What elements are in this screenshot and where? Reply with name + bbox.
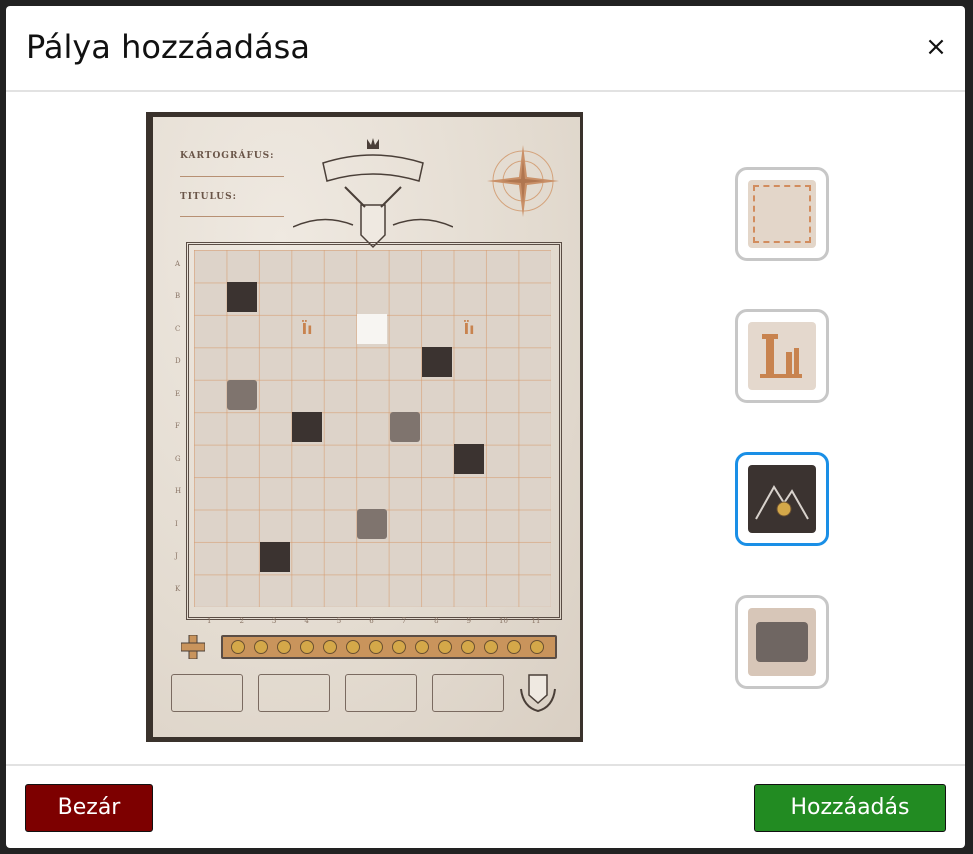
mountain-cell[interactable]: [292, 412, 322, 442]
empty-field-icon: [748, 180, 816, 248]
direction-cross-icon: [181, 635, 205, 659]
map-grid: Ïı Ïı: [194, 250, 551, 607]
row-label: D: [175, 357, 181, 366]
mountain-cell[interactable]: [227, 282, 257, 312]
laurel-shield-icon: [520, 674, 556, 713]
coin-icon: [231, 640, 245, 654]
add-map-dialog: Pálya hozzáadása × KARTOGRÁFUS: TITULUS:: [6, 6, 965, 848]
map-sheet: KARTOGRÁFUS: TITULUS: Ïı Ïı A B C D E F …: [153, 117, 580, 737]
add-button[interactable]: Hozzáadás: [754, 784, 946, 832]
close-button[interactable]: Bezár: [25, 784, 153, 832]
column-label: 4: [304, 617, 309, 625]
coin-icon: [323, 640, 337, 654]
column-label: 10: [499, 617, 508, 625]
wasteland-cell[interactable]: [357, 509, 387, 539]
coin-track: [221, 635, 557, 659]
close-icon[interactable]: ×: [925, 34, 947, 60]
column-label: 2: [239, 617, 244, 625]
crest-icon: [293, 138, 453, 249]
map-preview: KARTOGRÁFUS: TITULUS: Ïı Ïı A B C D E F …: [146, 112, 583, 742]
column-label: 9: [466, 617, 472, 625]
column-label: 7: [401, 617, 407, 625]
mountain-cell[interactable]: [454, 444, 484, 474]
compass-rose-icon: [487, 145, 559, 217]
wasteland-icon: [748, 608, 816, 676]
coin-icon: [392, 640, 406, 654]
ruin-cell[interactable]: Ïı: [292, 314, 322, 344]
coin-icon: [484, 640, 498, 654]
tile-option-empty[interactable]: [735, 167, 829, 261]
tile-option-mountain[interactable]: [735, 452, 829, 546]
row-label: G: [175, 454, 181, 463]
empty-highlight-cell[interactable]: [357, 314, 387, 344]
score-box: [345, 674, 417, 712]
tile-option-ruin[interactable]: [735, 309, 829, 403]
coin-icon: [461, 640, 475, 654]
row-label: A: [175, 260, 181, 268]
coin-icon: [438, 640, 452, 654]
coin-icon: [530, 640, 544, 654]
coin-icon: [277, 640, 291, 654]
mountain-cell[interactable]: [422, 347, 452, 377]
title-line: [180, 216, 284, 217]
row-label: F: [175, 422, 180, 431]
column-label: 6: [369, 617, 374, 625]
coin-icon: [415, 640, 429, 654]
score-box: [258, 674, 330, 712]
row-label: B: [175, 292, 181, 301]
score-box: [171, 674, 243, 712]
coin-icon: [369, 640, 383, 654]
mountain-cell[interactable]: [260, 542, 290, 572]
dialog-title: Pálya hozzáadása: [26, 28, 310, 66]
coin-icon: [507, 640, 521, 654]
dialog-footer: Bezár Hozzáadás: [6, 764, 965, 848]
row-label: J: [175, 552, 178, 561]
cartographer-label: KARTOGRÁFUS:: [180, 151, 275, 161]
row-label: H: [175, 487, 182, 496]
coin-icon: [346, 640, 360, 654]
tile-option-wasteland[interactable]: [735, 595, 829, 689]
dialog-header: Pálya hozzáadása ×: [6, 6, 965, 92]
column-label: 11: [531, 617, 541, 625]
wasteland-cell[interactable]: [390, 412, 420, 442]
column-label: 5: [336, 617, 342, 625]
column-label: 1: [207, 617, 212, 625]
coin-icon: [254, 640, 268, 654]
ruin-cell[interactable]: Ïı: [454, 314, 484, 344]
row-label: E: [175, 389, 181, 398]
column-label: 3: [271, 617, 277, 625]
row-label: I: [175, 519, 178, 528]
wasteland-cell[interactable]: [227, 380, 257, 410]
score-box: [432, 674, 504, 712]
row-label: C: [175, 324, 181, 333]
row-label: K: [175, 584, 181, 593]
coin-icon: [300, 640, 314, 654]
ruin-icon: [748, 322, 816, 390]
column-label: 8: [434, 617, 439, 625]
mountain-icon: [748, 465, 816, 533]
title-label: TITULUS:: [180, 192, 237, 202]
cartographer-line: [180, 176, 284, 177]
